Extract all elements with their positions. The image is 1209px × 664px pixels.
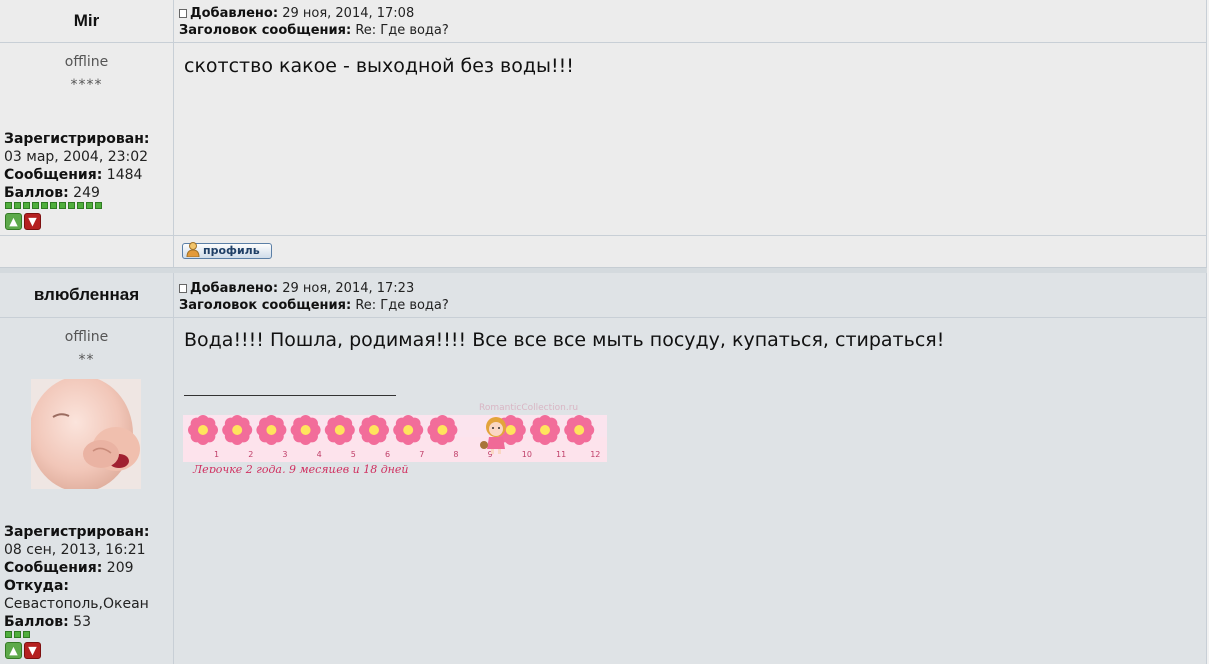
- vote-buttons: ▲ ▼: [5, 213, 41, 230]
- thumbs-down-icon[interactable]: ▼: [24, 213, 41, 230]
- author-name[interactable]: влюбленная: [0, 273, 173, 317]
- month-number: 11: [556, 450, 566, 459]
- messages-label: Сообщения:: [4, 167, 103, 183]
- signature-caption: Лерочке 2 года, 9 месяцев и 18 дней: [192, 463, 409, 473]
- rank-square: [32, 202, 39, 209]
- from-label: Откуда:: [4, 578, 69, 594]
- post-message: Вода!!!! Пошла, родимая!!!! Все все все …: [184, 329, 945, 351]
- thumbs-up-icon[interactable]: ▲: [5, 642, 22, 659]
- month-number: 8: [453, 450, 458, 459]
- rank-square: [95, 202, 102, 209]
- points-count: 53: [73, 614, 91, 630]
- flower-icon: [393, 415, 424, 445]
- user-stars: **: [78, 352, 95, 368]
- points-count: 249: [73, 185, 100, 201]
- post-footer: профиль: [0, 235, 1206, 268]
- user-info: Зарегистрирован: 03 мар, 2004, 23:02 Соо…: [4, 130, 150, 202]
- messages-label: Сообщения:: [4, 560, 103, 576]
- forum-post: Mir Добавлено: 29 ноя, 2014, 17:08 Загол…: [0, 0, 1207, 267]
- post-subject: Re: Где вода?: [355, 23, 449, 38]
- rank-square: [77, 202, 84, 209]
- online-status: offline: [64, 54, 109, 70]
- user-stars: ****: [70, 77, 103, 93]
- messages-count: 1484: [106, 167, 143, 183]
- month-number: 6: [385, 450, 390, 459]
- user-info: Зарегистрирован: 08 сен, 2013, 16:21 Соо…: [4, 523, 150, 631]
- registered-label: Зарегистрирован:: [4, 131, 150, 147]
- month-number: 1: [214, 450, 219, 459]
- avatar-image: [31, 379, 141, 489]
- thumbs-down-icon[interactable]: ▼: [24, 642, 41, 659]
- flower-icon: [222, 415, 253, 445]
- post-icon[interactable]: [179, 9, 187, 18]
- rank-square: [41, 202, 48, 209]
- rank-square: [59, 202, 66, 209]
- rank-square: [14, 202, 21, 209]
- rank-bar: [5, 202, 102, 210]
- post-icon[interactable]: [179, 284, 187, 293]
- post-meta: Добавлено: 29 ноя, 2014, 17:08 Заголовок…: [179, 5, 449, 39]
- post-date-line: Добавлено: 29 ноя, 2014, 17:08: [179, 5, 449, 22]
- rank-bar: [5, 631, 30, 639]
- month-number: 2: [248, 450, 253, 459]
- thumbs-up-icon[interactable]: ▲: [5, 213, 22, 230]
- rank-square: [5, 631, 12, 638]
- month-number: 10: [522, 450, 532, 459]
- post-date: 29 ноя, 2014, 17:08: [282, 6, 415, 21]
- flower-icon: [359, 415, 389, 445]
- user-icon: [186, 242, 200, 257]
- profile-button[interactable]: профиль: [182, 242, 272, 259]
- month-number: 5: [351, 450, 356, 459]
- post-date-line: Добавлено: 29 ноя, 2014, 17:23: [179, 280, 449, 297]
- month-number: 3: [282, 450, 287, 459]
- rank-square: [23, 202, 30, 209]
- post-subject-line: Заголовок сообщения: Re: Где вода?: [179, 22, 449, 39]
- registered-date: 08 сен, 2013, 16:21: [4, 542, 146, 558]
- rank-square: [5, 202, 12, 209]
- author-name[interactable]: Mir: [0, 0, 173, 42]
- messages-count: 209: [106, 560, 134, 576]
- month-number: 12: [590, 450, 600, 459]
- flower-icon: [290, 415, 321, 445]
- signature-divider: [184, 395, 396, 396]
- post-header: влюбленная Добавлено: 29 ноя, 2014, 17:2…: [0, 273, 1206, 318]
- rank-square: [86, 202, 93, 209]
- rank-square: [50, 202, 57, 209]
- subject-label: Заголовок сообщения:: [179, 23, 352, 38]
- post-meta: Добавлено: 29 ноя, 2014, 17:23 Заголовок…: [179, 280, 449, 314]
- subject-label: Заголовок сообщения:: [179, 298, 352, 313]
- added-label: Добавлено:: [190, 6, 279, 21]
- flower-icon: [530, 415, 560, 445]
- flower-icon: [324, 415, 355, 445]
- rank-square: [23, 631, 30, 638]
- flower-icon: [564, 415, 595, 445]
- month-number: 7: [419, 450, 424, 459]
- post-subject-line: Заголовок сообщения: Re: Где вода?: [179, 297, 449, 314]
- forum-post: влюбленная Добавлено: 29 ноя, 2014, 17:2…: [0, 273, 1207, 664]
- rank-square: [68, 202, 75, 209]
- vote-buttons: ▲ ▼: [5, 642, 41, 659]
- online-status: offline: [64, 329, 109, 345]
- signature-watermark: RomanticCollection.ru: [479, 403, 578, 413]
- signature-banner: RomanticCollection.ru 1 2 3 4 5 6 7 8 9 10 11 12 Ле…: [183, 403, 607, 473]
- registered-date: 03 мар, 2004, 23:02: [4, 149, 149, 165]
- avatar[interactable]: [31, 379, 141, 489]
- points-label: Баллов:: [4, 614, 69, 630]
- registered-label: Зарегистрирован:: [4, 524, 150, 540]
- month-number: 4: [317, 450, 322, 459]
- rank-square: [14, 631, 21, 638]
- flower-icon: [427, 415, 458, 445]
- profile-button-label: профиль: [203, 244, 260, 257]
- points-label: Баллов:: [4, 185, 69, 201]
- post-message: скотство какое - выходной без воды!!!: [184, 55, 574, 77]
- user-location: Севастополь,Океан: [4, 596, 149, 612]
- post-subject: Re: Где вода?: [355, 298, 449, 313]
- post-date: 29 ноя, 2014, 17:23: [282, 281, 415, 296]
- added-label: Добавлено:: [190, 281, 279, 296]
- flower-icon: [188, 415, 218, 445]
- flower-icon: [256, 415, 287, 445]
- post-header: Mir Добавлено: 29 ноя, 2014, 17:08 Загол…: [0, 0, 1206, 43]
